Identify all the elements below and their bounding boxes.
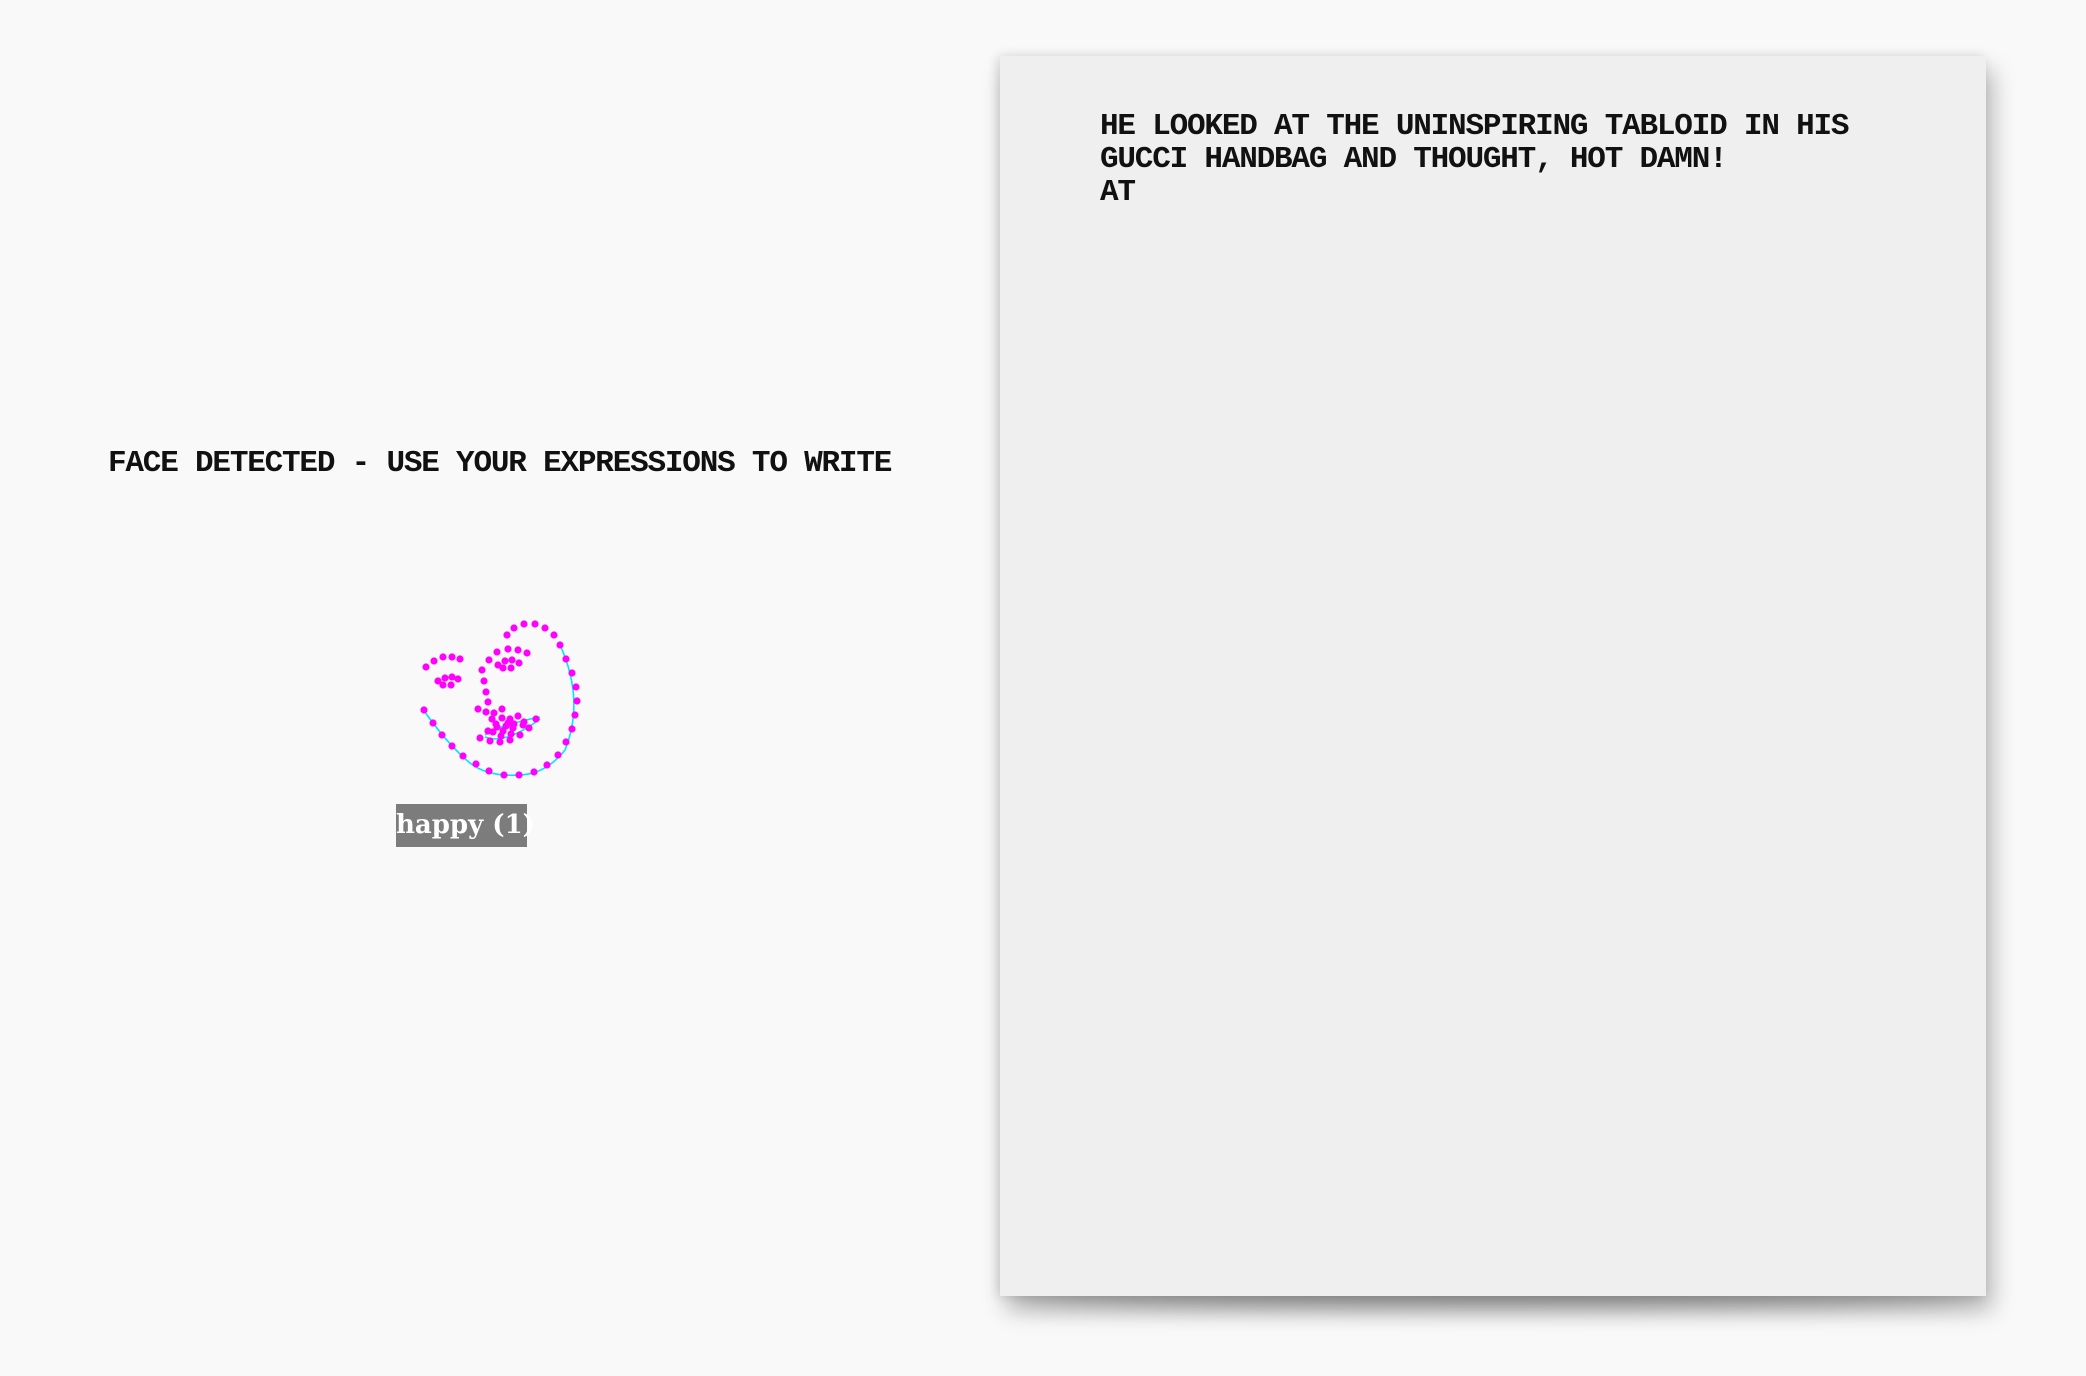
landmark-point [516,731,524,739]
landmark-point [472,760,480,768]
landmark-point [519,721,527,729]
landmark-point [493,648,501,656]
landmark-point [504,719,512,727]
landmark-point [480,677,488,685]
landmark-point [439,681,447,689]
landmark-point [503,631,511,639]
landmark-point [515,659,523,667]
landmark-point [508,656,516,664]
typed-line-2: GUCCI HANDBAG AND THOUGHT, HOT DAMN! [1100,142,1728,177]
landmark-point [543,761,551,769]
landmark-point [459,752,467,760]
landmark-point [562,738,570,746]
expression-label: happy (1) [396,804,535,847]
landmark-point [500,771,508,779]
landmark-point [448,742,456,750]
landmark-point [422,663,430,671]
landmark-point [430,657,438,665]
face-landmarks-overlay [420,620,581,779]
landmark-point [568,725,576,733]
face-detection-status: FACE DETECTED - USE YOUR EXPRESSIONS TO … [108,446,892,481]
landmark-point [438,731,446,739]
typed-line-1: HE LOOKED AT THE UNINSPIRING TABLOID IN … [1100,109,1850,144]
typed-line-3: AT [1100,175,1136,210]
landmark-point [506,736,514,744]
landmark-point [504,645,512,653]
landmark-point [532,715,540,723]
landmark-point [484,698,492,706]
landmark-point [510,624,518,632]
landmark-point [571,711,579,719]
face-landmark-points [420,620,581,779]
landmark-point [482,688,490,696]
landmark-point [439,653,447,661]
landmark-point [554,751,562,759]
landmark-point [448,653,456,661]
landmark-point [476,734,484,742]
landmark-point [498,714,506,722]
landmark-point [550,631,558,639]
landmark-point [497,732,505,740]
landmark-point [489,728,497,736]
landmark-point [568,669,576,677]
landmark-point [514,646,522,654]
landmark-point [429,719,437,727]
landmark-point [454,675,462,683]
typed-text: HE LOOKED AT THE UNINSPIRING TABLOID IN … [1100,110,1900,209]
landmark-point [496,738,504,746]
landmark-point [499,664,507,672]
landmark-point [541,624,549,632]
landmark-point [556,641,564,649]
landmark-point [514,712,522,720]
landmark-point [530,768,538,776]
landmark-point [485,767,493,775]
landmark-point [420,706,428,714]
landmark-point [456,655,464,663]
landmark-point [573,697,581,705]
landmark-point [482,708,490,716]
typewriter-paper: HE LOOKED AT THE UNINSPIRING TABLOID IN … [1000,56,1986,1296]
landmark-point [486,737,494,745]
landmark-point [562,655,570,663]
landmark-point [485,656,493,664]
landmark-point [501,657,509,665]
landmark-point [492,720,500,728]
landmark-point [520,620,528,628]
landmark-point [515,771,523,779]
landmark-point [507,730,515,738]
landmark-point [474,705,482,713]
landmark-point [523,649,531,657]
landmark-point [498,705,506,713]
landmark-point [478,666,486,674]
landmark-point [447,681,455,689]
landmark-point [441,674,449,682]
landmark-point [572,683,580,691]
landmark-point [507,664,515,672]
landmark-point [531,620,539,628]
